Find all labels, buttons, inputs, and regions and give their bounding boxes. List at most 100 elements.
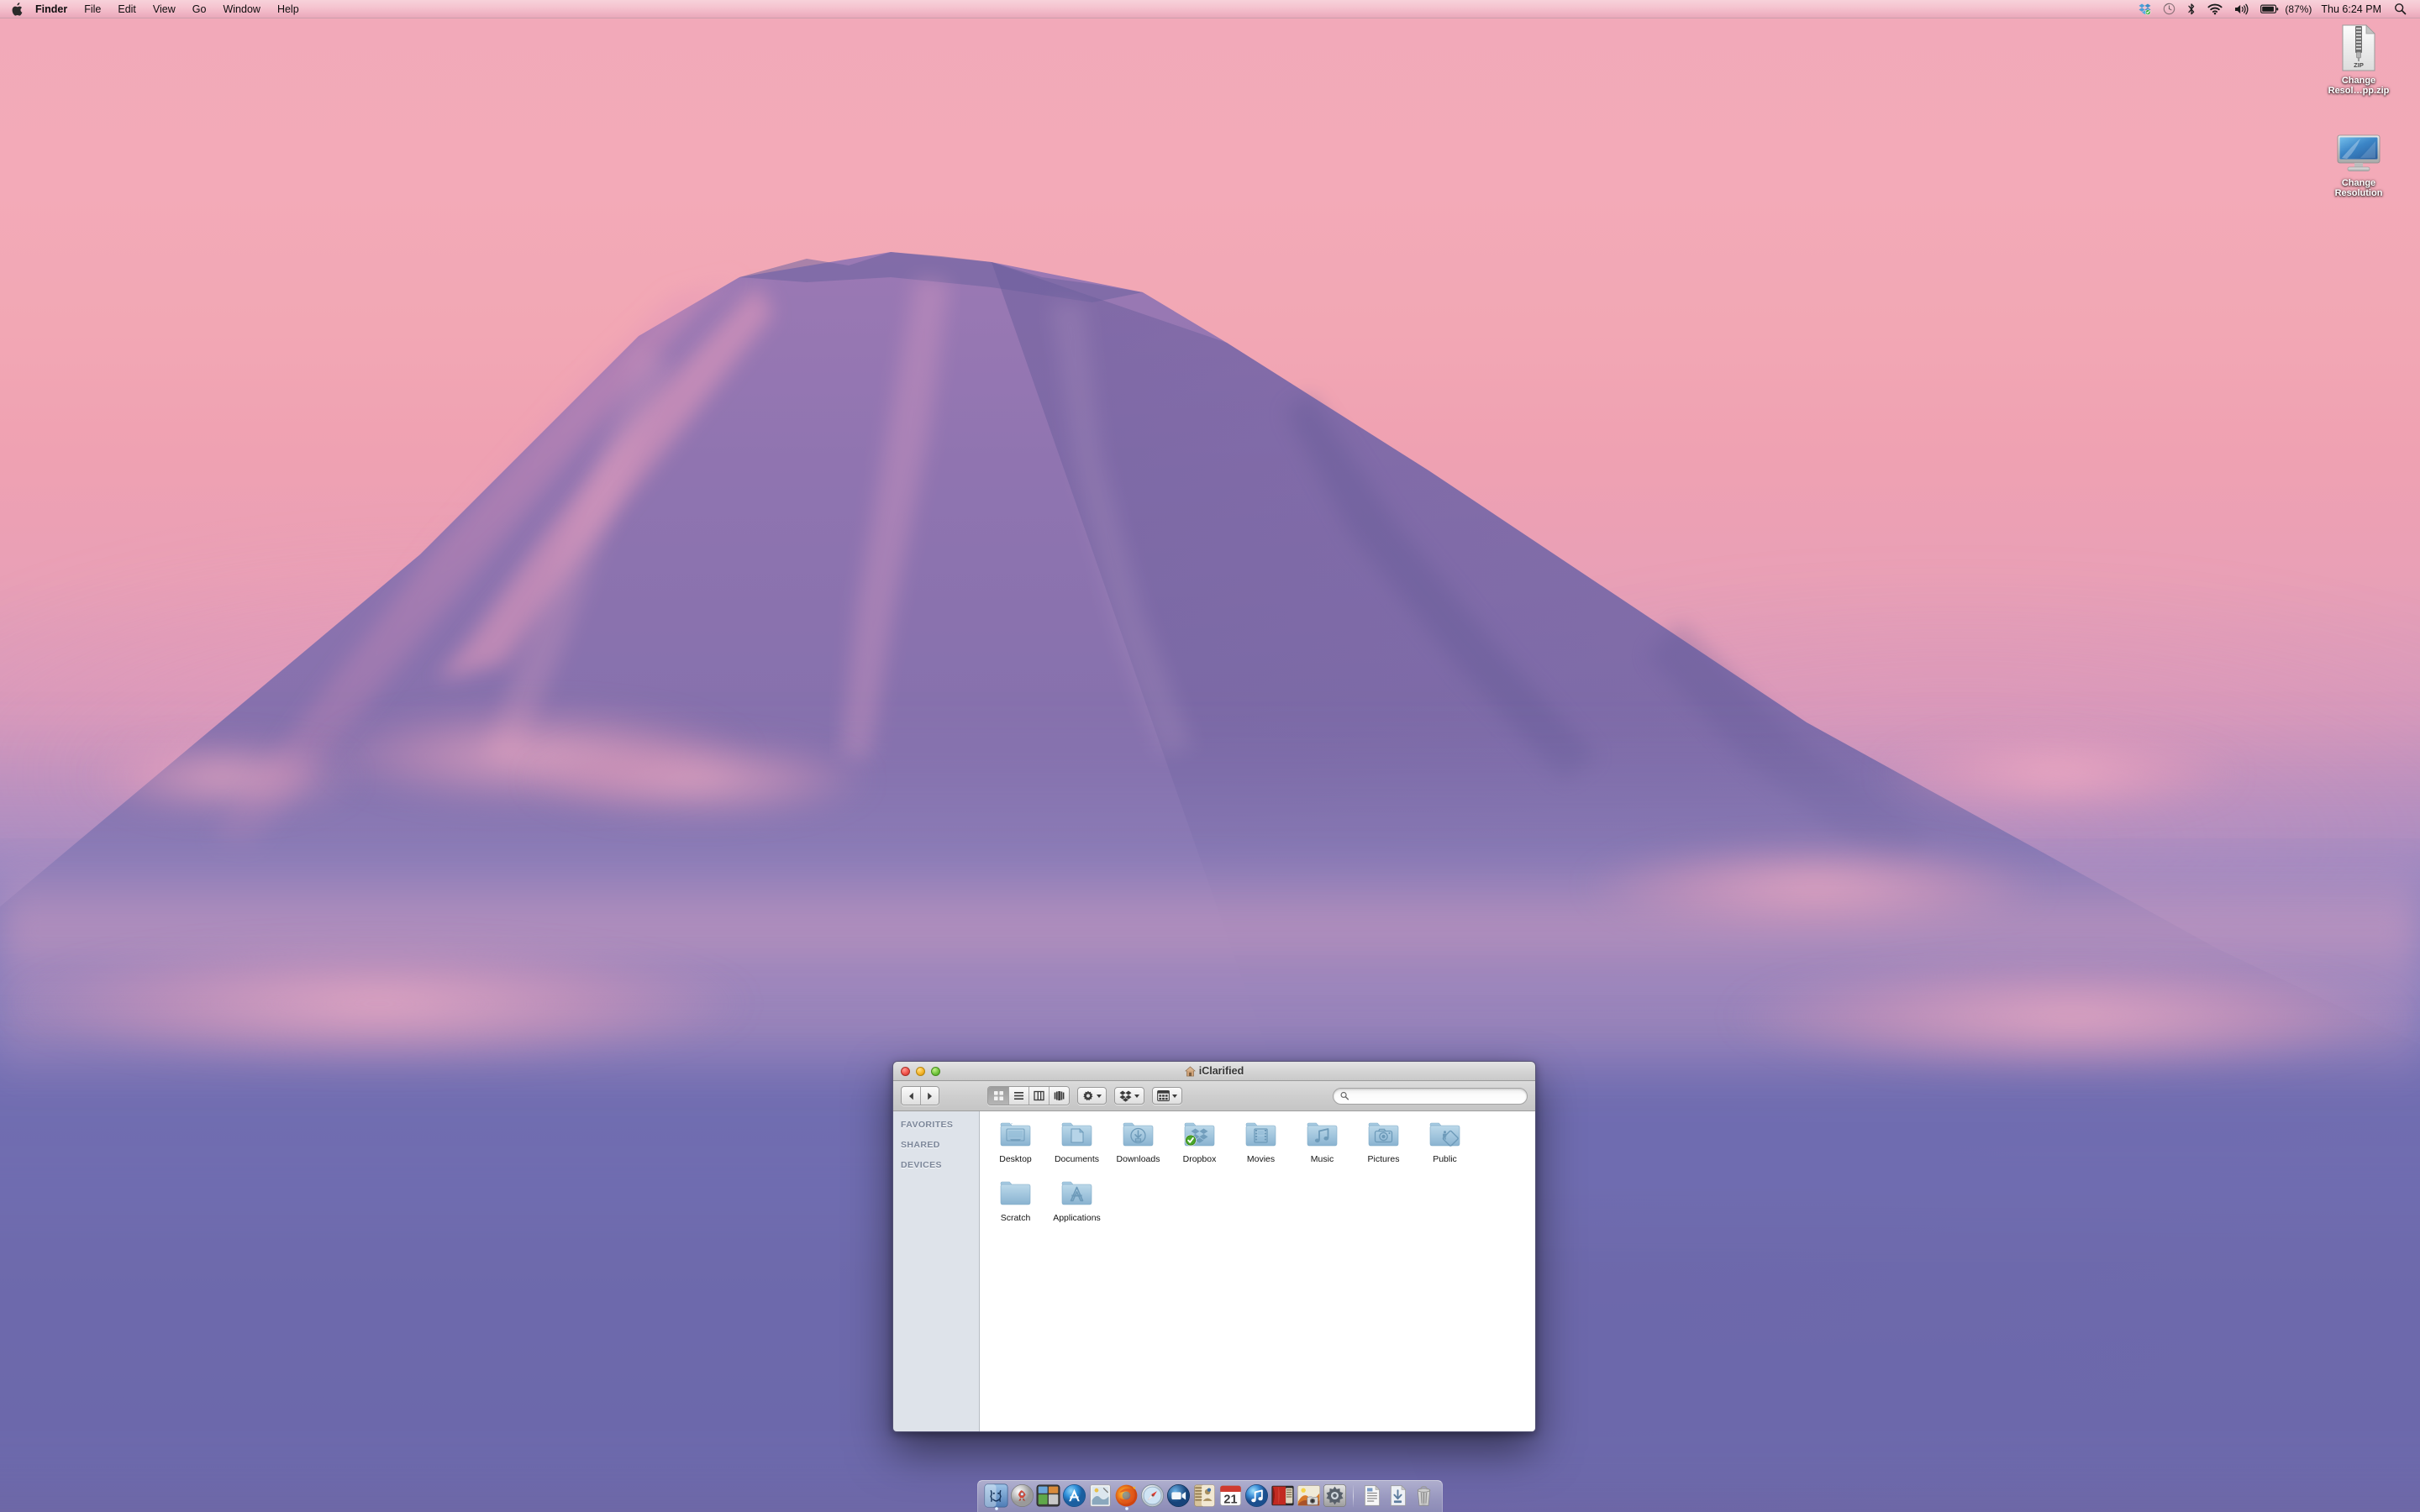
cloud-wisp (0, 941, 756, 1067)
finder-body: FAVORITES SHARED DEVICES Desktop Documen… (893, 1111, 1535, 1431)
file-item-scratch[interactable]: Scratch (985, 1179, 1046, 1231)
arrange-menu-button[interactable] (1152, 1087, 1182, 1105)
minimize-button[interactable] (916, 1066, 925, 1076)
column-view-button[interactable] (1028, 1087, 1049, 1105)
file-item-label: Music (1310, 1154, 1334, 1164)
plain-folder-icon (999, 1179, 1033, 1210)
finder-titlebar[interactable]: iClarified (893, 1062, 1535, 1081)
dock-item-finder[interactable] (984, 1483, 1008, 1510)
documents-folder-icon (1060, 1121, 1094, 1151)
music-folder-icon (1306, 1121, 1339, 1151)
dock-item-itunes[interactable] (1244, 1483, 1269, 1508)
movies-folder-icon (1244, 1121, 1278, 1151)
public-folder-icon (1428, 1121, 1462, 1151)
file-item-label: Documents (1054, 1154, 1100, 1164)
battery-icon[interactable] (2254, 0, 2285, 18)
dock-item-system-preferences[interactable] (1323, 1483, 1347, 1508)
forward-button[interactable] (920, 1087, 939, 1105)
file-item-label: Movies (1246, 1154, 1276, 1164)
file-item-label: Desktop (999, 1154, 1032, 1164)
time-machine-icon[interactable] (2157, 0, 2181, 18)
desktop-icon-change-resolution-zip[interactable]: ZIP Change Resol…pp.zip (2312, 24, 2405, 96)
home-icon (1184, 1065, 1196, 1076)
chevron-down-icon (1097, 1094, 1102, 1098)
menu-item-view[interactable]: View (145, 0, 184, 18)
menu-item-edit[interactable]: Edit (109, 0, 145, 18)
navigation-segment (901, 1086, 939, 1105)
action-menu-button[interactable] (1077, 1087, 1107, 1105)
sidebar-section-shared[interactable]: SHARED (893, 1139, 979, 1152)
volume-icon[interactable] (2228, 0, 2254, 18)
dock-stack-downloads[interactable] (1386, 1483, 1410, 1508)
menu-item-finder[interactable]: Finder (27, 0, 76, 18)
zoom-button[interactable] (931, 1066, 940, 1076)
dropbox-icon[interactable] (2133, 0, 2157, 18)
menu-item-help[interactable]: Help (269, 0, 308, 18)
search-input[interactable] (1353, 1090, 1520, 1101)
dock-item-trash[interactable] (1412, 1483, 1436, 1508)
dock-item-launchpad[interactable] (1010, 1483, 1034, 1508)
zip-archive-icon: ZIP (2342, 24, 2375, 71)
finder-file-grid: Desktop Documents Downloads Dropbox Movi… (980, 1111, 1535, 1431)
file-item-public[interactable]: Public (1414, 1121, 1476, 1172)
finder-title-text: iClarified (1198, 1065, 1244, 1077)
sidebar-section-favorites[interactable]: FAVORITES (893, 1119, 979, 1131)
desktop-icon-change-resolution-app[interactable]: Change Resolution (2312, 133, 2405, 198)
file-item-downloads[interactable]: Downloads (1107, 1121, 1169, 1172)
file-item-label: Dropbox (1182, 1154, 1217, 1164)
applications-folder-icon (1060, 1179, 1094, 1210)
finder-search-field[interactable] (1333, 1087, 1528, 1105)
dock-item-mission-control[interactable] (1036, 1483, 1060, 1508)
dock-item-app-store[interactable] (1062, 1483, 1086, 1508)
desktop-icon-label: Change Resol…pp.zip (2328, 76, 2390, 96)
file-item-desktop[interactable]: Desktop (985, 1121, 1046, 1172)
dock-item-preview[interactable] (1088, 1483, 1113, 1508)
cloud-wisp (1874, 731, 2244, 815)
icon-view-button[interactable] (988, 1087, 1008, 1105)
running-indicator (994, 1507, 998, 1510)
menu-item-window[interactable]: Window (214, 0, 268, 18)
file-item-pictures[interactable]: Pictures (1353, 1121, 1414, 1172)
dropbox-menu-button[interactable] (1114, 1087, 1144, 1105)
dock: 21 (977, 1480, 1443, 1512)
file-item-movies[interactable]: Movies (1230, 1121, 1292, 1172)
menu-bar-clock[interactable]: Thu 6:24 PM (2314, 0, 2388, 18)
desktop-icon-label: Change Resolution (2334, 178, 2383, 198)
menu-item-file[interactable]: File (76, 0, 109, 18)
dock-item-iphoto[interactable] (1297, 1483, 1321, 1508)
file-item-documents[interactable]: Documents (1046, 1121, 1107, 1172)
desktop-folder-icon (999, 1121, 1033, 1151)
window-controls (901, 1066, 940, 1076)
menu-bar: Finder File Edit View Go Window Help (87… (0, 0, 2420, 18)
close-button[interactable] (901, 1066, 910, 1076)
finder-toolbar (893, 1081, 1535, 1111)
file-item-dropbox[interactable]: Dropbox (1169, 1121, 1230, 1172)
file-item-applications[interactable]: Applications (1046, 1179, 1107, 1231)
dock-item-calendar[interactable]: 21 (1218, 1483, 1243, 1508)
bluetooth-icon[interactable] (2181, 0, 2202, 18)
dock-separator (1353, 1485, 1354, 1507)
svg-text:ZIP: ZIP (2354, 61, 2364, 69)
dock-item-safari[interactable] (1140, 1483, 1165, 1508)
file-item-label: Pictures (1367, 1154, 1400, 1164)
back-button[interactable] (902, 1087, 920, 1105)
dock-stack-documents[interactable] (1360, 1483, 1384, 1508)
search-icon[interactable] (2388, 0, 2412, 18)
chevron-down-icon (1172, 1094, 1177, 1098)
dock-item-firefox[interactable] (1114, 1483, 1139, 1510)
finder-window[interactable]: iClarified FAVORITES SHARED DEVICES Desk… (892, 1061, 1536, 1432)
calendar-day-number: 21 (1223, 1494, 1237, 1507)
dock-item-idvd[interactable] (1270, 1483, 1295, 1508)
list-view-button[interactable] (1008, 1087, 1028, 1105)
coverflow-view-button[interactable] (1049, 1087, 1069, 1105)
menu-item-go[interactable]: Go (184, 0, 215, 18)
sidebar-section-devices[interactable]: DEVICES (893, 1159, 979, 1172)
chevron-down-icon (1134, 1094, 1139, 1098)
running-indicator (1124, 1507, 1128, 1510)
wifi-icon[interactable] (2202, 0, 2228, 18)
file-item-label: Downloads (1116, 1154, 1160, 1164)
file-item-music[interactable]: Music (1292, 1121, 1353, 1172)
dock-item-contacts[interactable] (1192, 1483, 1217, 1508)
apple-logo-icon[interactable] (11, 2, 23, 16)
dock-item-facetime[interactable] (1166, 1483, 1191, 1508)
